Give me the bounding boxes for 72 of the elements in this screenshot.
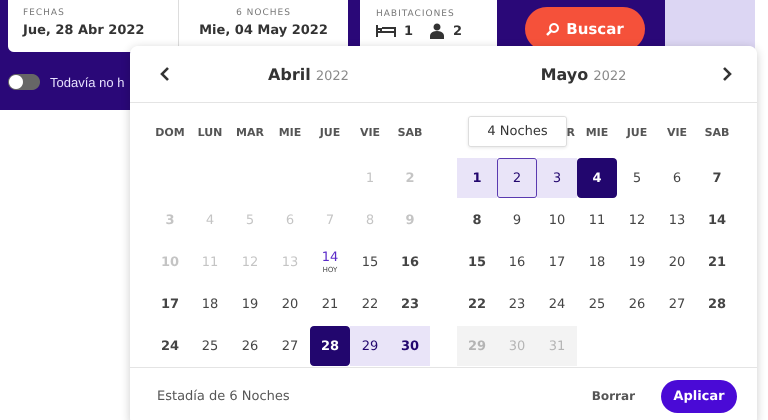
- weekday-label: JUE: [318, 124, 342, 138]
- calendar-day[interactable]: 19: [230, 284, 270, 324]
- weekday-label: MAR: [235, 124, 265, 138]
- calendar-day[interactable]: 26: [230, 326, 270, 366]
- weekday-label: SAB: [396, 124, 424, 138]
- calendar-day[interactable]: 19: [617, 242, 657, 282]
- calendar-day[interactable]: 29: [350, 326, 390, 366]
- calendar-day[interactable]: 6: [657, 158, 697, 198]
- calendar-day[interactable]: 8: [457, 200, 497, 240]
- calendar-day[interactable]: 17: [537, 242, 577, 282]
- calendar-day[interactable]: 7: [697, 158, 737, 198]
- clear-button[interactable]: Borrar: [586, 388, 641, 404]
- bed-icon: [376, 24, 396, 38]
- apply-button[interactable]: Aplicar: [661, 380, 737, 412]
- calendar-day[interactable]: 5: [617, 158, 657, 198]
- weekday-label: SAB: [704, 124, 730, 138]
- search-icon: [546, 22, 560, 36]
- nights-tooltip: 4 Noches: [468, 116, 567, 147]
- weekday-label: DOM: [154, 124, 186, 138]
- calendar-day[interactable]: 11: [577, 200, 617, 240]
- next-month-icon[interactable]: [721, 66, 733, 82]
- toggle-switch[interactable]: [8, 74, 40, 90]
- calendar-day[interactable]: 3: [537, 158, 577, 198]
- calendar-day[interactable]: 30: [390, 326, 430, 366]
- calendar-day[interactable]: 27: [657, 284, 697, 324]
- calendar-day[interactable]: 15: [350, 242, 390, 282]
- calendar-day[interactable]: 28: [697, 284, 737, 324]
- calendar-day[interactable]: 16: [390, 242, 430, 282]
- calendar-day[interactable]: 20: [657, 242, 697, 282]
- calendar-day[interactable]: 26: [617, 284, 657, 324]
- rooms-count: 1: [404, 24, 414, 38]
- calendar-day[interactable]: 18: [577, 242, 617, 282]
- calendar-day[interactable]: 22: [457, 284, 497, 324]
- calendar-day[interactable]: 2: [497, 158, 537, 198]
- calendar-day[interactable]: 1: [457, 158, 497, 198]
- calendar-day[interactable]: 24: [537, 284, 577, 324]
- calendar-day[interactable]: 23: [390, 284, 430, 324]
- calendar-day[interactable]: 18: [190, 284, 230, 324]
- calendar-day[interactable]: 23: [497, 284, 537, 324]
- calendar-day[interactable]: 22: [350, 284, 390, 324]
- calendar-day[interactable]: 10: [537, 200, 577, 240]
- calendar-day[interactable]: 25: [190, 326, 230, 366]
- calendar-day[interactable]: 25: [577, 284, 617, 324]
- calendar-day[interactable]: 12: [617, 200, 657, 240]
- weekday-label: MIE: [278, 124, 302, 138]
- calendar-day[interactable]: 21: [310, 284, 350, 324]
- toggle-label: Todavía no h: [50, 74, 124, 90]
- previous-month-icon[interactable]: [159, 66, 171, 82]
- calendar-day[interactable]: 4: [577, 158, 617, 198]
- weekday-label: R: [566, 124, 576, 138]
- calendar-day[interactable]: 13: [657, 200, 697, 240]
- guests-count: 2: [453, 24, 462, 38]
- weekday-label: VIE: [666, 124, 688, 138]
- calendar-day[interactable]: 20: [270, 284, 310, 324]
- month-title: Abril 2022: [267, 64, 350, 84]
- stay-summary: Estadía de 6 Noches: [157, 388, 291, 404]
- weekday-label: LUN: [196, 124, 224, 138]
- person-icon: [429, 23, 446, 39]
- calendar-day[interactable]: 15: [457, 242, 497, 282]
- calendar-day[interactable]: 27: [270, 326, 310, 366]
- weekday-label: JUE: [625, 124, 648, 138]
- calendar-day[interactable]: 21: [697, 242, 737, 282]
- calendar-day[interactable]: 17: [150, 284, 190, 324]
- date-field[interactable]: FECHAS Jue, 28 Abr 2022: [8, 0, 178, 52]
- calendar-day[interactable]: 16: [497, 242, 537, 282]
- weekday-label: VIE: [358, 124, 382, 138]
- weekday-label: MIE: [584, 124, 610, 138]
- calendar-day[interactable]: 14: [697, 200, 737, 240]
- month-title: Mayo 2022: [540, 64, 628, 84]
- calendar-day[interactable]: 24: [150, 326, 190, 366]
- calendar-day[interactable]: 9: [497, 200, 537, 240]
- calendar-day[interactable]: 28: [310, 326, 350, 366]
